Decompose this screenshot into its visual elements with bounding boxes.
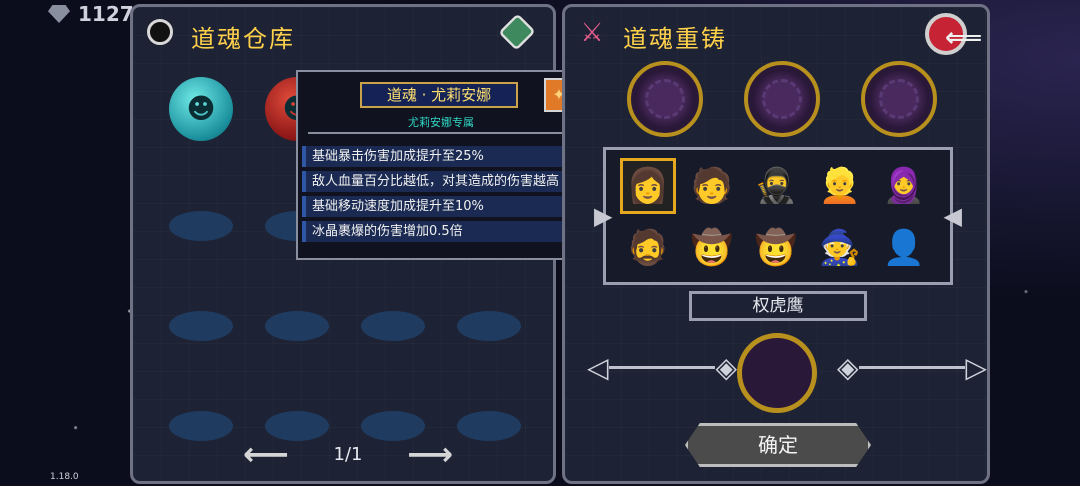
soul-tooltip: 道魂 · 尤莉安娜 ✦ 尤莉安娜专属 基础暴击伤害加成提升至25% 敌人血量百分比… [296, 70, 586, 260]
reforge-slot[interactable] [627, 61, 703, 137]
reforge-slot[interactable] [861, 61, 937, 137]
tooltip-title: 道魂 · 尤莉安娜 [360, 82, 518, 108]
right-triangle-icon[interactable]: ◀ [944, 202, 962, 230]
left-ornament-icon: ◁ ◈ [587, 350, 737, 384]
character-portrait[interactable]: 🧔 [620, 220, 676, 276]
storage-title: 道魂仓库 [191, 25, 295, 53]
diamond-icon [48, 5, 70, 23]
effect-row: 敌人血量百分比越低，对其造成的伤害越高 [302, 171, 576, 192]
next-page-arrow-icon[interactable]: ⟶ [407, 435, 453, 473]
empty-soul-slot[interactable] [361, 311, 425, 341]
empty-soul-slot[interactable] [457, 411, 521, 441]
character-portrait[interactable]: 👩 [620, 158, 676, 214]
character-portrait[interactable]: 👱 [812, 158, 868, 214]
effect-row: 基础暴击伤害加成提升至25% [302, 146, 576, 167]
sort-icon[interactable] [498, 13, 536, 51]
currency-amount: 1127 [78, 2, 134, 26]
character-grid: 👩 🧑 🥷 👱 🧕 🧔 🤠 🤠 🧙 👤 [620, 158, 940, 282]
currency-display: 1127 [48, 2, 134, 26]
character-selector: ▶ 👩 🧑 🥷 👱 🧕 🧔 🤠 🤠 🧙 👤 ◀ [594, 147, 962, 285]
mask-icon: ☻ [186, 92, 216, 125]
effect-row: 冰晶裹爆的伤害增加0.5倍 [302, 221, 576, 242]
left-triangle-icon[interactable]: ▶ [594, 202, 612, 230]
confirm-button[interactable]: 确定 [685, 423, 871, 467]
character-portrait[interactable]: 👤 [876, 220, 932, 276]
ring-icon [147, 19, 173, 45]
effect-list: 基础暴击伤害加成提升至25% 敌人血量百分比越低，对其造成的伤害越高 基础移动速度加… [302, 146, 576, 246]
reforge-header: ⚔ 道魂重铸 ⟸ [565, 7, 987, 61]
right-ornament-icon: ◈ ▷ [837, 350, 987, 384]
divider [308, 132, 574, 134]
effect-row: 基础移动速度加成提升至10% [302, 196, 576, 217]
reforge-slot[interactable] [744, 61, 820, 137]
back-button[interactable]: ⟸ [923, 11, 983, 57]
sword-icon: ⚔ [580, 18, 604, 48]
empty-soul-slot[interactable] [169, 211, 233, 241]
reforge-title: 道魂重铸 [623, 25, 727, 53]
character-portrait[interactable]: 🥷 [748, 158, 804, 214]
tooltip-subtitle: 尤莉安娜专属 [408, 116, 474, 129]
empty-soul-slot[interactable] [265, 311, 329, 341]
soul-orb[interactable]: ☻ [169, 77, 233, 141]
result-slot[interactable] [737, 333, 817, 413]
back-arrow-icon: ⟸ [945, 23, 983, 53]
empty-soul-slot[interactable] [169, 311, 233, 341]
character-portrait[interactable]: 🤠 [748, 220, 804, 276]
version-label: 1.18.0 [50, 472, 79, 482]
prev-page-arrow-icon[interactable]: ⟵ [243, 435, 289, 473]
empty-soul-slot[interactable] [457, 311, 521, 341]
pager: ⟵ 1/1 ⟶ [243, 435, 453, 473]
selected-character-name: 权虎鹰 [689, 291, 867, 321]
character-portrait[interactable]: 🤠 [684, 220, 740, 276]
empty-soul-slot[interactable] [169, 411, 233, 441]
storage-header: 道魂仓库 [133, 7, 553, 61]
soul-reforge-panel: ⚔ 道魂重铸 ⟸ ▶ 👩 🧑 🥷 👱 🧕 🧔 🤠 🤠 🧙 👤 ◀ 权虎鹰 ◁ ◈ ◈ ▷ 确定 [562, 4, 990, 484]
character-portrait[interactable]: 🧙 [812, 220, 868, 276]
character-portrait[interactable]: 🧕 [876, 158, 932, 214]
page-indicator: 1/1 [333, 443, 363, 465]
character-portrait[interactable]: 🧑 [684, 158, 740, 214]
reforge-slots [627, 61, 937, 137]
